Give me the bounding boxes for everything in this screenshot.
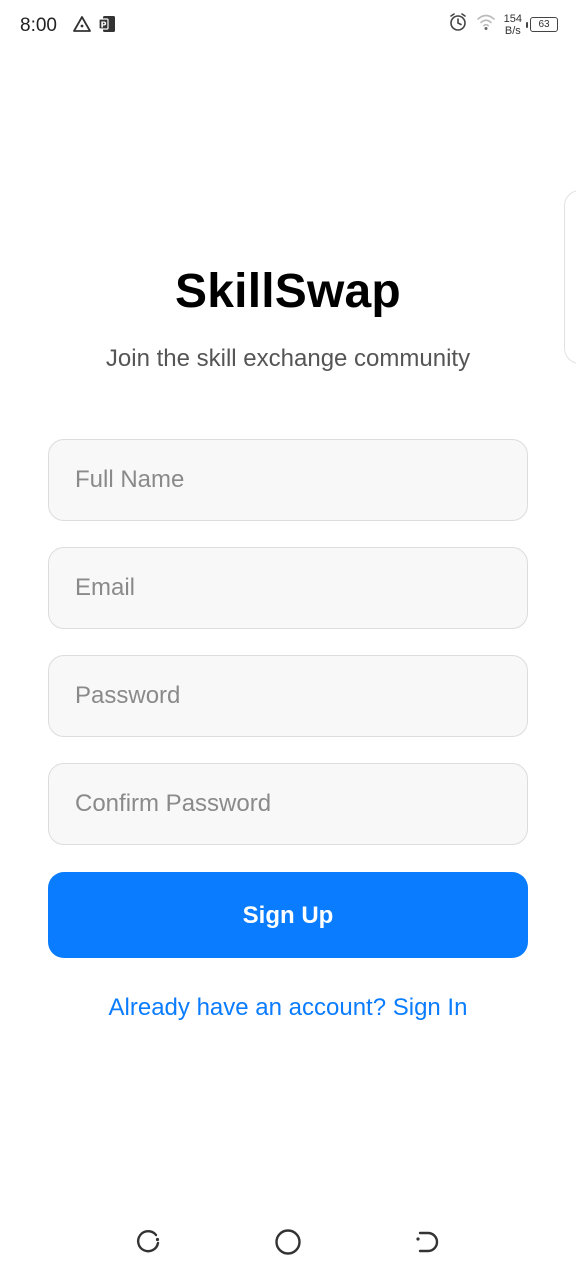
confirm-password-input[interactable] bbox=[48, 763, 528, 845]
signup-screen: 8:00 P 154 B/s 63 SkillSwap Join the ski… bbox=[0, 0, 576, 1280]
status-time: 8:00 bbox=[20, 15, 57, 36]
app-title: SkillSwap bbox=[175, 265, 401, 318]
back-icon[interactable] bbox=[410, 1226, 442, 1258]
network-speed: 154 B/s bbox=[504, 13, 522, 37]
full-name-input[interactable] bbox=[48, 439, 528, 521]
sign-in-link[interactable]: Already have an account? Sign In bbox=[0, 992, 576, 1024]
password-input[interactable] bbox=[48, 655, 528, 737]
recents-icon[interactable] bbox=[132, 1226, 164, 1258]
network-speed-unit: B/s bbox=[504, 24, 521, 37]
battery-level: 63 bbox=[538, 19, 550, 30]
app-subtitle: Join the skill exchange community bbox=[105, 345, 471, 372]
status-right-group: 154 B/s 63 bbox=[448, 12, 558, 37]
status-left-icons: P bbox=[72, 15, 116, 38]
warning-triangle-icon bbox=[72, 15, 92, 38]
wifi-icon bbox=[476, 13, 496, 36]
network-speed-value: 154 bbox=[503, 12, 522, 25]
home-icon[interactable] bbox=[272, 1226, 304, 1258]
alarm-icon bbox=[448, 12, 468, 37]
navigation-bar bbox=[0, 1212, 576, 1272]
app-notification-icon: P bbox=[98, 15, 116, 38]
status-bar: 8:00 P 154 B/s 63 bbox=[0, 0, 576, 52]
email-input[interactable] bbox=[48, 547, 528, 629]
battery-tip bbox=[526, 22, 528, 28]
battery-icon: 63 bbox=[526, 17, 558, 32]
sign-up-button[interactable]: Sign Up bbox=[48, 872, 528, 958]
svg-text:P: P bbox=[101, 21, 107, 30]
